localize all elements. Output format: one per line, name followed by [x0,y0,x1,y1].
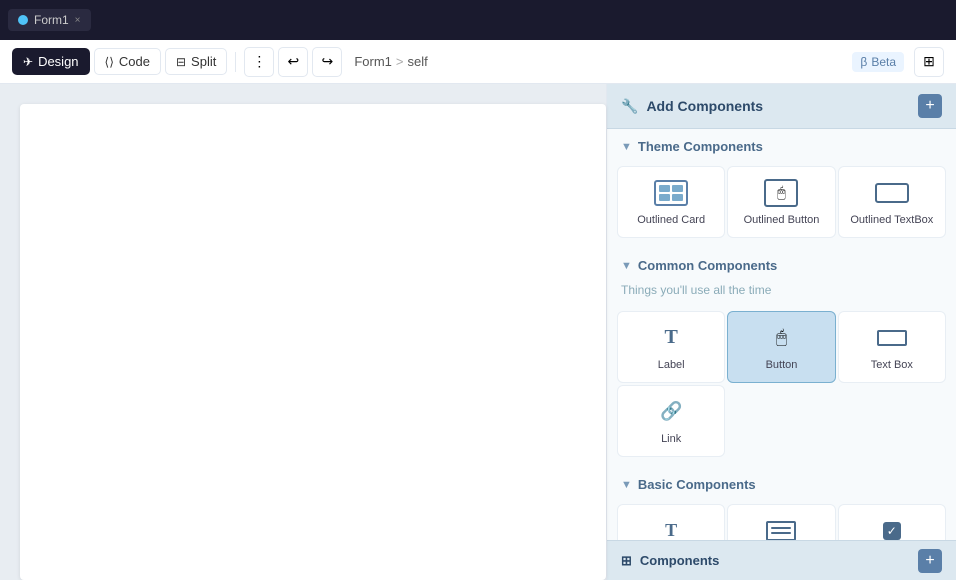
outlined-textbox-label: Outlined TextBox [850,213,933,227]
beta-label: Beta [871,55,896,69]
text-area-icon [763,517,799,540]
components-icon: ⊞ [621,553,632,569]
beta-badge: β Beta [852,52,904,72]
design-icon: ✈ [23,55,33,69]
text-box-label: Text Box [871,358,913,372]
bottom-panel: ⊞ Components + [607,540,956,580]
more-options-button[interactable]: ⋮ [244,47,274,77]
common-chevron-icon: ▼ [621,260,632,272]
checkbox-icon: ✓ [874,517,910,540]
code-label: Code [119,54,150,69]
split-icon: ⊟ [176,55,186,69]
topbar: Form1 × [0,0,956,40]
label-icon: T [653,324,689,352]
rich-text-item[interactable]: T Rich Text [617,504,725,540]
header-left: 🔧 Add Components [621,98,763,115]
code-button[interactable]: ⟨⟩ Code [94,48,161,75]
outlined-button-label: Outlined Button [744,213,820,227]
add-components-title: Add Components [646,98,763,114]
outlined-textbox-icon [874,179,910,207]
tab-close-icon[interactable]: × [75,15,81,26]
text-box-icon [874,324,910,352]
text-box-item[interactable]: Text Box [838,311,946,383]
theme-components-grid: Outlined Card 🖱 Outlined Button Outlined… [607,162,956,248]
toolbar: ✈ Design ⟨⟩ Code ⊟ Split ⋮ ↩ ↪ Form1 > s… [0,40,956,84]
redo-button[interactable]: ↪ [312,47,342,77]
design-button[interactable]: ✈ Design [12,48,90,75]
outlined-card-label: Outlined Card [637,213,705,227]
basic-components-section-header[interactable]: ▼ Basic Components [607,467,956,500]
common-components-grid: T Label 🖱 Button Text Box [607,307,956,467]
add-components-header: 🔧 Add Components + [607,84,956,129]
outlined-textbox-item[interactable]: Outlined TextBox [838,166,946,238]
beta-icon: β [860,55,867,69]
common-components-section-header[interactable]: ▼ Common Components [607,248,956,281]
theme-section-label: Theme Components [638,139,763,154]
canvas-inner [20,104,606,580]
outlined-card-icon [653,179,689,207]
button-label: Button [766,358,798,372]
link-label: Link [661,432,681,446]
add-to-components-button[interactable]: + [918,549,942,573]
separator [235,52,236,72]
common-section-label: Common Components [638,258,777,273]
breadcrumb-form: Form1 [354,54,392,69]
button-icon: 🖱 [763,324,799,352]
theme-chevron-icon: ▼ [621,141,632,153]
common-description: Things you'll use all the time [607,281,956,307]
link-icon: 🔗 [653,398,689,426]
bottom-panel-left: ⊞ Components [621,553,719,569]
design-label: Design [38,54,78,69]
tab-icon [18,15,28,25]
canvas[interactable] [0,84,606,580]
split-button[interactable]: ⊟ Split [165,48,227,75]
tab-label: Form1 [34,13,69,27]
link-item[interactable]: 🔗 Link [617,385,725,457]
basic-components-grid: T Rich Text Text Area ✓ [607,500,956,540]
add-component-button[interactable]: + [918,94,942,118]
outlined-button-item[interactable]: 🖱 Outlined Button [727,166,835,238]
right-panel: 🔧 Add Components + ▼ Theme Components [606,84,956,580]
layout-toggle-button[interactable]: ⊞ [914,47,944,77]
breadcrumb: Form1 > self [354,54,427,69]
main-area: 🔧 Add Components + ▼ Theme Components [0,84,956,580]
outlined-button-icon: 🖱 [763,179,799,207]
split-label: Split [191,54,216,69]
outlined-card-item[interactable]: Outlined Card [617,166,725,238]
components-label: Components [640,553,719,568]
undo-button[interactable]: ↩ [278,47,308,77]
button-item[interactable]: 🖱 Button [727,311,835,383]
text-area-item[interactable]: Text Area [727,504,835,540]
breadcrumb-self: self [408,54,428,69]
code-icon: ⟨⟩ [105,55,114,69]
basic-section-label: Basic Components [638,477,756,492]
rich-text-icon: T [653,517,689,540]
panel-scroll: ▼ Theme Components Outlined Card [607,129,956,540]
checkbox-item[interactable]: ✓ Checkbox [838,504,946,540]
theme-components-section-header[interactable]: ▼ Theme Components [607,129,956,162]
label-label: Label [658,358,685,372]
breadcrumb-arrow: > [396,54,404,69]
label-item[interactable]: T Label [617,311,725,383]
wrench-icon: 🔧 [621,98,638,115]
basic-chevron-icon: ▼ [621,479,632,491]
form1-tab[interactable]: Form1 × [8,9,91,31]
